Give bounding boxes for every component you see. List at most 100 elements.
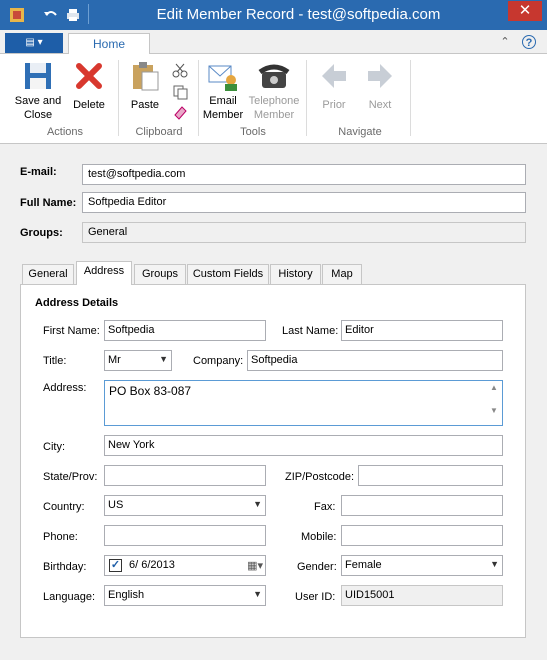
address-panel: Address Details First Name: Softpedia La… [20, 284, 526, 638]
email-label: E-mail: [20, 166, 57, 178]
chevron-down-icon: ▼ [159, 354, 168, 364]
group-label-clipboard: Clipboard [135, 126, 183, 138]
gender-value: Female [345, 559, 382, 571]
address-field[interactable]: PO Box 83-087 ▲ ▼ [104, 380, 503, 426]
groups-field: General [82, 222, 526, 243]
birthday-label: Birthday: [43, 561, 87, 573]
print-icon[interactable] [64, 6, 82, 24]
separator [88, 4, 89, 24]
mobile-field[interactable] [341, 525, 503, 546]
fax-label: Fax: [314, 501, 336, 513]
app-icon [10, 8, 24, 22]
email-member-button[interactable]: Email Member [200, 54, 246, 124]
chevron-down-icon: ▼ [253, 499, 262, 509]
scroll-up-icon[interactable]: ▲ [488, 383, 500, 392]
tab-map[interactable]: Map [322, 264, 362, 284]
first-name-label: First Name: [43, 325, 100, 337]
first-name-field[interactable]: Softpedia [104, 320, 266, 341]
group-label-actions: Actions [46, 126, 84, 138]
arrow-right-icon [368, 64, 392, 88]
city-field[interactable]: New York [104, 435, 503, 456]
fullname-label: Full Name: [20, 197, 77, 209]
birthday-checkbox[interactable]: ✓ [109, 559, 122, 572]
delete-button[interactable]: Delete [68, 54, 110, 124]
country-value: US [108, 499, 124, 511]
scrollbar[interactable]: ▲ ▼ [488, 383, 500, 421]
next-button[interactable]: Next [358, 54, 402, 124]
tab-general[interactable]: General [22, 264, 74, 284]
phone-field[interactable] [104, 525, 266, 546]
company-field[interactable]: Softpedia [247, 350, 503, 371]
title-value: Mr [108, 354, 121, 366]
country-select[interactable]: US ▼ [104, 495, 266, 516]
cut-icon[interactable] [172, 62, 188, 78]
state-field[interactable] [104, 465, 266, 486]
address-label: Address: [43, 382, 87, 394]
birthday-picker[interactable]: ✓ 6/ 6/2013 ▦▾ [104, 555, 266, 576]
eraser-icon[interactable] [172, 104, 188, 120]
tab-address[interactable]: Address [76, 261, 132, 285]
copy-icon[interactable] [172, 84, 188, 100]
prior-label: Prior [322, 99, 346, 111]
title-label: Title: [43, 355, 67, 367]
state-label: State/Prov: [43, 471, 98, 483]
save-close-label: Save and [14, 95, 62, 107]
file-menu-button[interactable]: ▤ ▾ [5, 33, 63, 53]
email-field[interactable]: test@softpedia.com [82, 164, 526, 185]
fax-field[interactable] [341, 495, 503, 516]
scroll-down-icon[interactable]: ▼ [488, 406, 500, 415]
email-member-label-2: Member [202, 109, 244, 121]
tab-home[interactable]: Home [68, 33, 150, 55]
save-icon [25, 63, 51, 89]
undo-icon[interactable] [42, 6, 60, 24]
help-icon[interactable]: ? [522, 35, 536, 49]
group-label-tools: Tools [240, 126, 266, 138]
calendar-icon[interactable]: ▦▾ [247, 559, 263, 572]
zip-field[interactable] [358, 465, 503, 486]
save-and-close-button[interactable]: Save and Close [10, 54, 66, 124]
userid-field: UID15001 [341, 585, 503, 606]
title-bar: Edit Member Record - test@softpedia.com … [0, 0, 547, 30]
paste-label: Paste [130, 99, 160, 111]
address-value: PO Box 83-087 [109, 384, 192, 398]
address-details-heading: Address Details [35, 297, 119, 309]
ribbon: Save and Close Delete Actions Paste Clip… [0, 54, 547, 144]
telephone-member-button[interactable]: Telephone Member [246, 54, 302, 124]
delete-label: Delete [73, 99, 105, 111]
save-close-label-2: Close [23, 109, 53, 121]
ribbon-separator [118, 60, 119, 136]
gender-label: Gender: [297, 561, 337, 573]
last-name-field[interactable]: Editor [341, 320, 503, 341]
arrow-left-icon [322, 64, 346, 88]
chevron-down-icon: ▼ [490, 559, 499, 569]
fullname-field[interactable]: Softpedia Editor [82, 192, 526, 213]
telephone-member-label: Telephone [248, 95, 300, 107]
company-label: Company: [193, 355, 244, 367]
paste-button[interactable]: Paste [124, 54, 166, 124]
close-button[interactable]: ✕ [508, 1, 542, 21]
language-select[interactable]: English ▼ [104, 585, 266, 606]
telephone-icon [258, 64, 290, 88]
ribbon-separator [198, 60, 199, 136]
next-label: Next [368, 99, 392, 111]
prior-button[interactable]: Prior [312, 54, 356, 124]
window-title: Edit Member Record - test@softpedia.com [156, 6, 441, 23]
ribbon-separator [410, 60, 411, 136]
email-member-label: Email [209, 95, 237, 107]
language-label: Language: [43, 591, 95, 603]
paste-icon [133, 62, 159, 91]
last-name-label: Last Name: [282, 325, 339, 337]
groups-label: Groups: [20, 227, 63, 239]
country-label: Country: [43, 501, 85, 513]
tab-custom-fields[interactable]: Custom Fields [187, 264, 269, 284]
title-select[interactable]: Mr ▼ [104, 350, 172, 371]
tab-history[interactable]: History [270, 264, 321, 284]
zip-label: ZIP/Postcode: [285, 471, 355, 483]
tab-groups[interactable]: Groups [134, 264, 186, 284]
collapse-ribbon-icon[interactable]: ⌃ [498, 35, 512, 49]
ribbon-separator [306, 60, 307, 136]
telephone-member-label-2: Member [253, 109, 295, 121]
ribbon-tab-strip: ▤ ▾ Home ⌃ ? [0, 30, 547, 55]
userid-label: User ID: [295, 591, 336, 603]
gender-select[interactable]: Female ▼ [341, 555, 503, 576]
